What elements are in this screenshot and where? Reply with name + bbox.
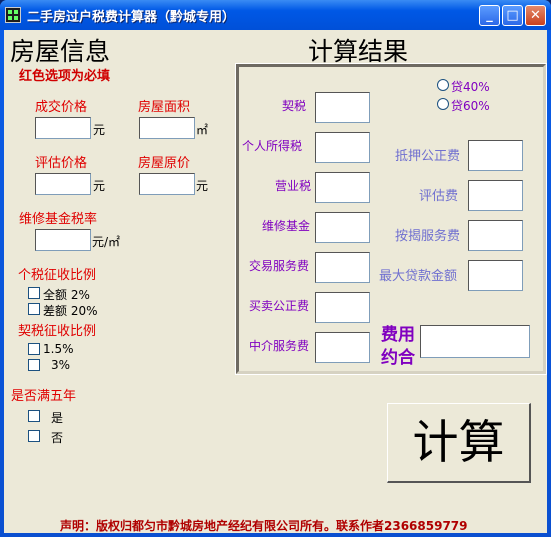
deed-tax-ratio-label: 契税征收比例 xyxy=(18,324,97,339)
title-bar[interactable]: 二手房过户税费计算器（黔城专用） _ □ ✕ xyxy=(0,0,551,30)
business-tax-result-field[interactable] xyxy=(315,172,370,203)
five-years-label: 是否满五年 xyxy=(11,389,77,404)
eval-price-label: 评估价格 xyxy=(35,156,88,171)
five-years-yes-label: 是 xyxy=(51,411,64,425)
maximize-icon[interactable]: □ xyxy=(502,5,523,26)
area-label: 房屋面积 xyxy=(138,100,191,115)
area-unit: ㎡ xyxy=(196,123,209,137)
agency-fee-result-field[interactable] xyxy=(315,332,370,363)
close-icon[interactable]: ✕ xyxy=(525,5,546,26)
minimize-icon[interactable]: _ xyxy=(479,5,500,26)
sale-notary-result-label: 买卖公正费 xyxy=(249,299,310,313)
deed-tax-result-field[interactable] xyxy=(315,92,370,123)
income-tax-diff-checkbox[interactable] xyxy=(28,303,40,315)
max-loan-field[interactable] xyxy=(468,260,523,291)
agency-fee-result-label: 中介服务费 xyxy=(249,339,310,353)
mortgage-service-label: 按揭服务费 xyxy=(395,229,461,244)
orig-price-input[interactable] xyxy=(139,173,195,195)
business-tax-result-label: 营业税 xyxy=(275,179,312,193)
maint-rate-input[interactable] xyxy=(35,229,91,251)
deal-price-label: 成交价格 xyxy=(35,100,88,115)
eval-fee-label: 评估费 xyxy=(419,189,459,204)
five-years-no-label: 否 xyxy=(51,431,64,445)
income-tax-diff-label: 差额 20% xyxy=(43,304,98,318)
calculate-button[interactable]: 计算 xyxy=(387,403,531,483)
loan-60-label: 贷60% xyxy=(451,99,490,113)
eval-price-input[interactable] xyxy=(35,173,91,195)
eval-price-unit: 元 xyxy=(93,179,106,193)
maint-fund-result-field[interactable] xyxy=(315,212,370,243)
deal-price-unit: 元 xyxy=(93,123,106,137)
loan-40-radio[interactable] xyxy=(437,79,449,91)
deed-tax-result-label: 契税 xyxy=(282,99,307,113)
deal-price-input[interactable] xyxy=(35,117,91,139)
total-fee-field[interactable] xyxy=(420,325,530,358)
deed-tax-1-5-label: 1.5% xyxy=(43,342,74,356)
eval-fee-field[interactable] xyxy=(468,180,523,211)
mortgage-notary-field[interactable] xyxy=(468,140,523,171)
house-info-heading: 房屋信息 xyxy=(10,37,111,66)
total-label-1: 费用 xyxy=(381,325,415,345)
window-title: 二手房过户税费计算器（黔城专用） xyxy=(27,10,236,25)
app-window: 二手房过户税费计算器（黔城专用） _ □ ✕ 房屋信息 红色选项为必填 成交价格… xyxy=(0,0,551,537)
app-icon xyxy=(5,7,21,23)
mortgage-service-field[interactable] xyxy=(468,220,523,251)
max-loan-label: 最大贷款金额 xyxy=(379,269,458,284)
trade-service-result-label: 交易服务费 xyxy=(249,259,310,273)
client-area: 房屋信息 红色选项为必填 成交价格 元 房屋面积 ㎡ 评估价格 元 房屋原价 元… xyxy=(4,30,547,533)
result-heading: 计算结果 xyxy=(308,37,409,66)
income-tax-full-label: 全额 2% xyxy=(43,288,90,302)
total-label-2: 约合 xyxy=(381,348,415,368)
orig-price-label: 房屋原价 xyxy=(138,156,191,171)
mortgage-notary-label: 抵押公正费 xyxy=(395,149,461,164)
five-years-no-checkbox[interactable] xyxy=(28,430,40,442)
maint-rate-unit: 元/㎡ xyxy=(92,235,121,249)
deed-tax-3-label: 3% xyxy=(51,358,71,372)
income-tax-full-checkbox[interactable] xyxy=(28,287,40,299)
maint-fund-result-label: 维修基金 xyxy=(262,219,311,233)
orig-price-unit: 元 xyxy=(196,179,209,193)
deed-tax-1-5-checkbox[interactable] xyxy=(28,343,40,355)
sale-notary-result-field[interactable] xyxy=(315,292,370,323)
income-tax-ratio-label: 个税征收比例 xyxy=(18,268,97,283)
loan-60-radio[interactable] xyxy=(437,98,449,110)
deed-tax-3-checkbox[interactable] xyxy=(28,359,40,371)
maint-rate-label: 维修基金税率 xyxy=(19,212,98,227)
trade-service-result-field[interactable] xyxy=(315,252,370,283)
five-years-yes-checkbox[interactable] xyxy=(28,410,40,422)
area-input[interactable] xyxy=(139,117,195,139)
income-tax-result-field[interactable] xyxy=(315,132,370,163)
copyright-footer: 声明：版权归都匀市黔城房地产经纪有限公司所有。联系作者2366859779 xyxy=(60,519,468,533)
loan-40-label: 贷40% xyxy=(451,80,490,94)
required-note: 红色选项为必填 xyxy=(19,69,111,84)
income-tax-result-label: 个人所得税 xyxy=(242,139,303,153)
